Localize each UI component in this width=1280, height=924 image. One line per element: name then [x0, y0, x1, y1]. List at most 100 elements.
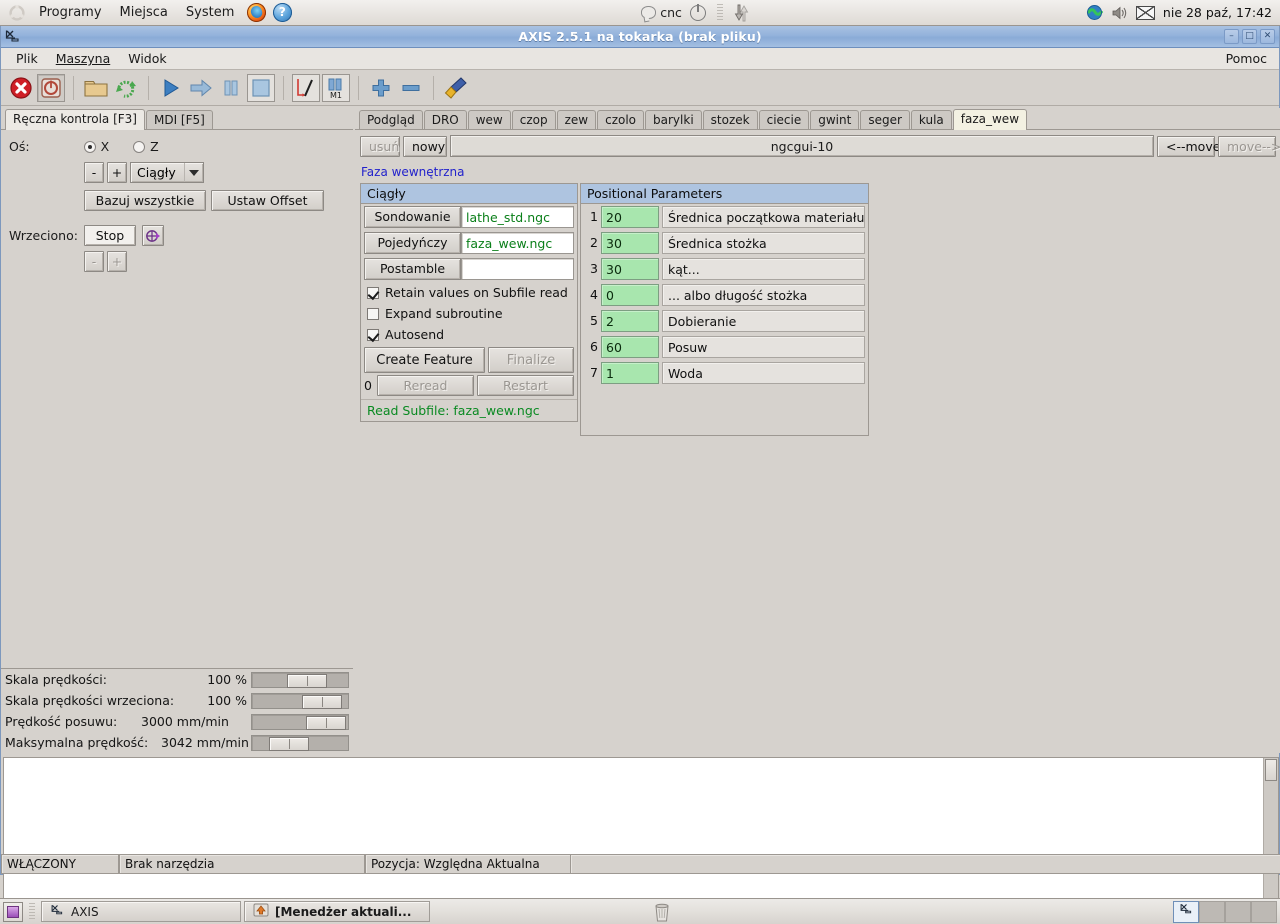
- spindle-plus-button[interactable]: +: [107, 251, 127, 272]
- clear-backplot-icon[interactable]: [442, 74, 470, 102]
- expand-subroutine-row[interactable]: Expand subroutine: [361, 303, 577, 324]
- menu-pomoc[interactable]: Pomoc: [1217, 49, 1279, 68]
- tab-zew[interactable]: zew: [556, 110, 597, 130]
- parameter-value-input[interactable]: 2: [601, 310, 659, 332]
- power-menu-icon[interactable]: [689, 3, 706, 21]
- tab-gwint[interactable]: gwint: [810, 110, 860, 130]
- tab-mdi[interactable]: MDI [F5]: [145, 110, 213, 130]
- parameter-value-input[interactable]: 0: [601, 284, 659, 306]
- create-feature-button[interactable]: Create Feature: [364, 347, 485, 373]
- show-desktop-button[interactable]: [3, 901, 23, 922]
- parameter-value-input[interactable]: 30: [601, 258, 659, 280]
- tab-czop[interactable]: czop: [511, 110, 556, 130]
- workspace-4[interactable]: [1251, 900, 1277, 923]
- pause-icon[interactable]: [217, 74, 245, 102]
- axis-option-x[interactable]: X: [83, 139, 109, 154]
- parameter-value-input[interactable]: 30: [601, 232, 659, 254]
- jog-minus-button[interactable]: -: [84, 162, 104, 183]
- panel-menu-system[interactable]: System: [177, 2, 243, 23]
- workspace-2[interactable]: [1199, 900, 1225, 923]
- zoom-in-icon[interactable]: [367, 74, 395, 102]
- trash-icon[interactable]: [653, 902, 671, 922]
- step-icon[interactable]: [187, 74, 215, 102]
- maximize-button[interactable]: □: [1242, 29, 1257, 44]
- estop-icon[interactable]: [7, 74, 35, 102]
- clock[interactable]: nie 28 paź, 17:42: [1163, 5, 1272, 20]
- autosend-row[interactable]: Autosend: [361, 324, 577, 345]
- network-manager-icon[interactable]: [1086, 4, 1104, 21]
- subfile-field[interactable]: faza_wew.ngc: [461, 232, 574, 254]
- optional-stop-icon[interactable]: M1: [322, 73, 350, 102]
- spindle-cw-icon[interactable]: [141, 225, 164, 246]
- gcode-text-view[interactable]: [3, 757, 1279, 901]
- postamble-button[interactable]: Postamble: [364, 258, 461, 280]
- tab-reczna-kontrola[interactable]: Ręczna kontrola [F3]: [5, 109, 145, 130]
- subfile-button[interactable]: Pojedyńczy: [364, 232, 461, 254]
- stop-icon[interactable]: [247, 73, 275, 102]
- parameter-value-input[interactable]: 60: [601, 336, 659, 358]
- preamble-field[interactable]: lathe_std.ngc: [461, 206, 574, 228]
- network-transfer-icon[interactable]: [734, 4, 750, 22]
- panel-menu-miejsca[interactable]: Miejsca: [111, 2, 177, 23]
- volume-icon[interactable]: [1111, 5, 1128, 21]
- tab-czolo[interactable]: czolo: [597, 110, 645, 130]
- tab-stozek[interactable]: stozek: [702, 110, 758, 130]
- spindle-minus-button[interactable]: -: [84, 251, 104, 272]
- block-delete-icon[interactable]: [292, 73, 320, 102]
- jog-mode-select[interactable]: Ciągły: [130, 162, 204, 183]
- new-tab-button[interactable]: nowy: [403, 135, 447, 157]
- max-velocity-slider[interactable]: [251, 734, 349, 751]
- postamble-field[interactable]: [461, 258, 574, 280]
- parameter-value-input[interactable]: 20: [601, 206, 659, 228]
- minimize-button[interactable]: –: [1224, 29, 1239, 44]
- gcode-scrollbar[interactable]: [1263, 758, 1278, 900]
- tab-faza_wew[interactable]: faza_wew: [952, 109, 1028, 130]
- parameter-value-input[interactable]: 1: [601, 362, 659, 384]
- feed-override-slider[interactable]: [251, 671, 349, 688]
- spindle-stop-button[interactable]: Stop: [83, 225, 136, 246]
- jog-plus-button[interactable]: +: [107, 162, 127, 183]
- run-icon[interactable]: [157, 74, 185, 102]
- ubuntu-logo-icon[interactable]: [6, 2, 28, 24]
- scrollbar-thumb[interactable]: [1265, 759, 1277, 781]
- tab-ciecie[interactable]: ciecie: [758, 110, 810, 130]
- zoom-out-icon[interactable]: [397, 74, 425, 102]
- reload-file-icon[interactable]: [112, 74, 140, 102]
- window-titlebar[interactable]: AXIS 2.5.1 na tokarka (brak pliku) – □ ✕: [1, 26, 1279, 48]
- menu-widok[interactable]: Widok: [119, 49, 175, 68]
- tab-podgl-d[interactable]: Podgląd: [359, 110, 423, 130]
- workspace-1[interactable]: [1173, 900, 1199, 923]
- mail-indicator-icon[interactable]: [1135, 5, 1155, 20]
- home-all-button[interactable]: Bazuj wszystkie: [84, 190, 206, 211]
- user-status-indicator[interactable]: cnc: [641, 5, 682, 20]
- task-axis[interactable]: AXIS: [41, 901, 241, 922]
- move-left-button[interactable]: <--move: [1157, 135, 1220, 157]
- jog-speed-slider[interactable]: [251, 713, 349, 730]
- spindle-override-slider[interactable]: [251, 692, 349, 709]
- panel-menu-programy[interactable]: Programy: [30, 2, 111, 23]
- reread-button[interactable]: Reread: [377, 375, 474, 396]
- power-icon[interactable]: [37, 73, 65, 102]
- move-right-button[interactable]: move-->: [1218, 135, 1280, 157]
- ngcgui-tab-name[interactable]: ngcgui-10: [450, 135, 1154, 157]
- open-file-icon[interactable]: [82, 74, 110, 102]
- workspace-3[interactable]: [1225, 900, 1251, 923]
- preamble-button[interactable]: Sondowanie: [364, 206, 461, 228]
- menu-maszyna[interactable]: Maszyna: [47, 49, 120, 68]
- axis-option-z[interactable]: Z: [133, 139, 159, 154]
- restart-button[interactable]: Restart: [477, 375, 574, 396]
- tab-barylki[interactable]: barylki: [645, 110, 702, 130]
- delete-tab-button[interactable]: usuń: [360, 135, 400, 157]
- tab-kula[interactable]: kula: [910, 110, 952, 130]
- menu-plik[interactable]: Plik: [7, 49, 47, 68]
- finalize-button[interactable]: Finalize: [488, 347, 574, 373]
- set-offset-button[interactable]: Ustaw Offset: [211, 190, 324, 211]
- tab-wew[interactable]: wew: [467, 110, 511, 130]
- tab-dro[interactable]: DRO: [423, 110, 467, 130]
- help-icon[interactable]: ?: [271, 2, 293, 24]
- close-button[interactable]: ✕: [1260, 29, 1275, 44]
- task-update-manager[interactable]: [Menedżer aktuali...: [244, 901, 430, 922]
- retain-values-row[interactable]: Retain values on Subfile read: [361, 282, 577, 303]
- tab-seger[interactable]: seger: [860, 110, 910, 130]
- firefox-icon[interactable]: [245, 2, 267, 24]
